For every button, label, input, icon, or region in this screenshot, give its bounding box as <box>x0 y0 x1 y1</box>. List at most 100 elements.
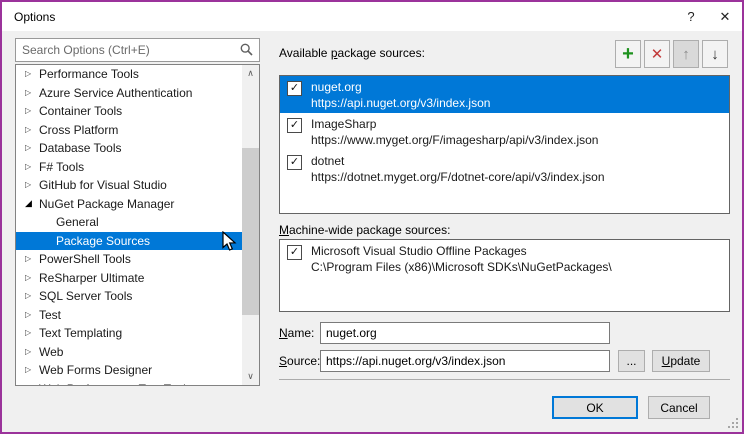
source-name: nuget.org <box>311 79 490 95</box>
arrow-up-icon: ↑ <box>682 46 690 63</box>
chevron-right-icon: ▷ <box>25 163 39 171</box>
chevron-right-icon: ▷ <box>25 292 39 300</box>
source-name: ImageSharp <box>311 116 598 132</box>
check-icon: ✓ <box>290 247 299 258</box>
add-source-button[interactable]: + <box>615 40 641 68</box>
scrollbar-up-icon[interactable]: ∧ <box>242 65 259 82</box>
package-source-row-imagesharp[interactable]: ✓ ImageSharp https://www.myget.org/F/ima… <box>280 113 729 150</box>
move-up-button[interactable]: ↑ <box>673 40 699 68</box>
check-icon: ✓ <box>290 157 299 168</box>
chevron-right-icon: ▷ <box>25 70 39 78</box>
tree-item-label: Package Sources <box>56 234 150 248</box>
scrollbar-down-icon[interactable]: ∨ <box>242 368 259 385</box>
tree-item-sql-server-tools[interactable]: ▷SQL Server Tools <box>16 287 242 306</box>
options-dialog: Options ? ✕ ▷Performance Tools ▷Azure Se… <box>0 0 744 434</box>
chevron-right-icon: ▷ <box>25 385 39 386</box>
tree-item-label: NuGet Package Manager <box>39 197 174 211</box>
tree-item-label: Web Performance Test Tools <box>39 382 192 386</box>
tree-scrollbar[interactable]: ∧ ∨ <box>242 65 259 385</box>
tree-item-github-for-visual-studio[interactable]: ▷GitHub for Visual Studio <box>16 176 242 195</box>
tree-item-web-forms-designer[interactable]: ▷Web Forms Designer <box>16 361 242 380</box>
check-icon: ✓ <box>290 83 299 94</box>
tree-item-web[interactable]: ▷Web <box>16 343 242 362</box>
tree-item-label: Performance Tools <box>39 67 139 81</box>
tree-item-performance-tools[interactable]: ▷Performance Tools <box>16 65 242 84</box>
tree-item-general[interactable]: General <box>16 213 242 232</box>
checkbox-checked[interactable]: ✓ <box>287 155 302 170</box>
source-url: https://dotnet.myget.org/F/dotnet-core/a… <box>311 169 605 185</box>
tree-item-label: Container Tools <box>39 104 122 118</box>
available-package-sources-list: ✓ nuget.org https://api.nuget.org/v3/ind… <box>279 75 730 214</box>
tree-item-web-performance-test-tools[interactable]: ▷Web Performance Test Tools <box>16 380 242 387</box>
name-field[interactable] <box>320 322 610 344</box>
remove-source-button[interactable]: ✕ <box>644 40 670 68</box>
tree-item-label: GitHub for Visual Studio <box>39 178 167 192</box>
tree-item-label: Database Tools <box>39 141 122 155</box>
plus-icon: + <box>622 43 634 66</box>
package-source-row-nuget[interactable]: ✓ nuget.org https://api.nuget.org/v3/ind… <box>280 76 729 113</box>
tree-item-nuget-package-manager[interactable]: ◢NuGet Package Manager <box>16 195 242 214</box>
tree-item-test[interactable]: ▷Test <box>16 306 242 325</box>
chevron-right-icon: ▷ <box>25 144 39 152</box>
move-down-button[interactable]: ↓ <box>702 40 728 68</box>
tree-item-label: General <box>56 215 99 229</box>
chevron-right-icon: ▷ <box>25 255 39 263</box>
machine-source-row-offline-packages[interactable]: ✓ Microsoft Visual Studio Offline Packag… <box>280 240 729 277</box>
package-source-row-dotnet[interactable]: ✓ dotnet https://dotnet.myget.org/F/dotn… <box>280 150 729 187</box>
chevron-right-icon: ▷ <box>25 366 39 374</box>
tree-item-database-tools[interactable]: ▷Database Tools <box>16 139 242 158</box>
checkbox-checked[interactable]: ✓ <box>287 118 302 133</box>
checkbox-checked[interactable]: ✓ <box>287 81 302 96</box>
separator <box>279 379 730 380</box>
tree-item-label: Web <box>39 345 63 359</box>
ok-button[interactable]: OK <box>552 396 638 419</box>
chevron-right-icon: ▷ <box>25 181 39 189</box>
tree-item-label: Web Forms Designer <box>39 363 152 377</box>
chevron-right-icon: ▷ <box>25 311 39 319</box>
chevron-right-icon: ▷ <box>25 126 39 134</box>
search-icon <box>240 43 253 56</box>
chevron-right-icon: ▷ <box>25 348 39 356</box>
title-bar: Options ? ✕ <box>2 2 742 31</box>
cancel-button[interactable]: Cancel <box>648 396 710 419</box>
title-bar-controls: ? ✕ <box>674 2 742 31</box>
help-button[interactable]: ? <box>674 2 708 31</box>
source-url: https://api.nuget.org/v3/index.json <box>311 95 490 111</box>
source-name: dotnet <box>311 153 605 169</box>
tree-item-azure-service-authentication[interactable]: ▷Azure Service Authentication <box>16 84 242 103</box>
arrow-down-icon: ↓ <box>711 46 719 63</box>
tree-item-label: Azure Service Authentication <box>39 86 192 100</box>
chevron-right-icon: ▷ <box>25 274 39 282</box>
chevron-right-icon: ▷ <box>25 329 39 337</box>
chevron-right-icon: ▷ <box>25 107 39 115</box>
source-field[interactable] <box>320 350 610 372</box>
tree-item-resharper-ultimate[interactable]: ▷ReSharper Ultimate <box>16 269 242 288</box>
delete-x-icon: ✕ <box>651 45 664 63</box>
tree-item-label: Cross Platform <box>39 123 118 137</box>
machine-wide-sources-label: Machine-wide package sources: <box>279 223 450 237</box>
chevron-expanded-icon: ◢ <box>25 199 39 208</box>
options-tree: ▷Performance Tools ▷Azure Service Authen… <box>15 64 260 386</box>
tree-item-container-tools[interactable]: ▷Container Tools <box>16 102 242 121</box>
tree-item-label: ReSharper Ultimate <box>39 271 144 285</box>
chevron-right-icon: ▷ <box>25 89 39 97</box>
scrollbar-thumb[interactable] <box>242 148 259 315</box>
resize-grip[interactable] <box>728 418 738 428</box>
source-url: https://www.myget.org/F/imagesharp/api/v… <box>311 132 598 148</box>
search-input[interactable] <box>15 38 260 62</box>
browse-button[interactable]: ... <box>618 350 645 372</box>
machine-wide-sources-list: ✓ Microsoft Visual Studio Offline Packag… <box>279 239 730 312</box>
tree-item-fsharp-tools[interactable]: ▷F# Tools <box>16 158 242 177</box>
available-package-sources-label: Available package sources: <box>279 46 425 60</box>
source-label: Source: <box>279 354 320 368</box>
name-label: Name: <box>279 326 314 340</box>
tree-item-text-templating[interactable]: ▷Text Templating <box>16 324 242 343</box>
tree-item-cross-platform[interactable]: ▷Cross Platform <box>16 121 242 140</box>
checkbox-checked[interactable]: ✓ <box>287 245 302 260</box>
close-button[interactable]: ✕ <box>708 2 742 31</box>
tree-item-powershell-tools[interactable]: ▷PowerShell Tools <box>16 250 242 269</box>
update-button[interactable]: Update <box>652 350 710 372</box>
window-title: Options <box>2 10 55 24</box>
tree-item-label: Test <box>39 308 61 322</box>
tree-item-package-sources[interactable]: Package Sources <box>16 232 242 251</box>
